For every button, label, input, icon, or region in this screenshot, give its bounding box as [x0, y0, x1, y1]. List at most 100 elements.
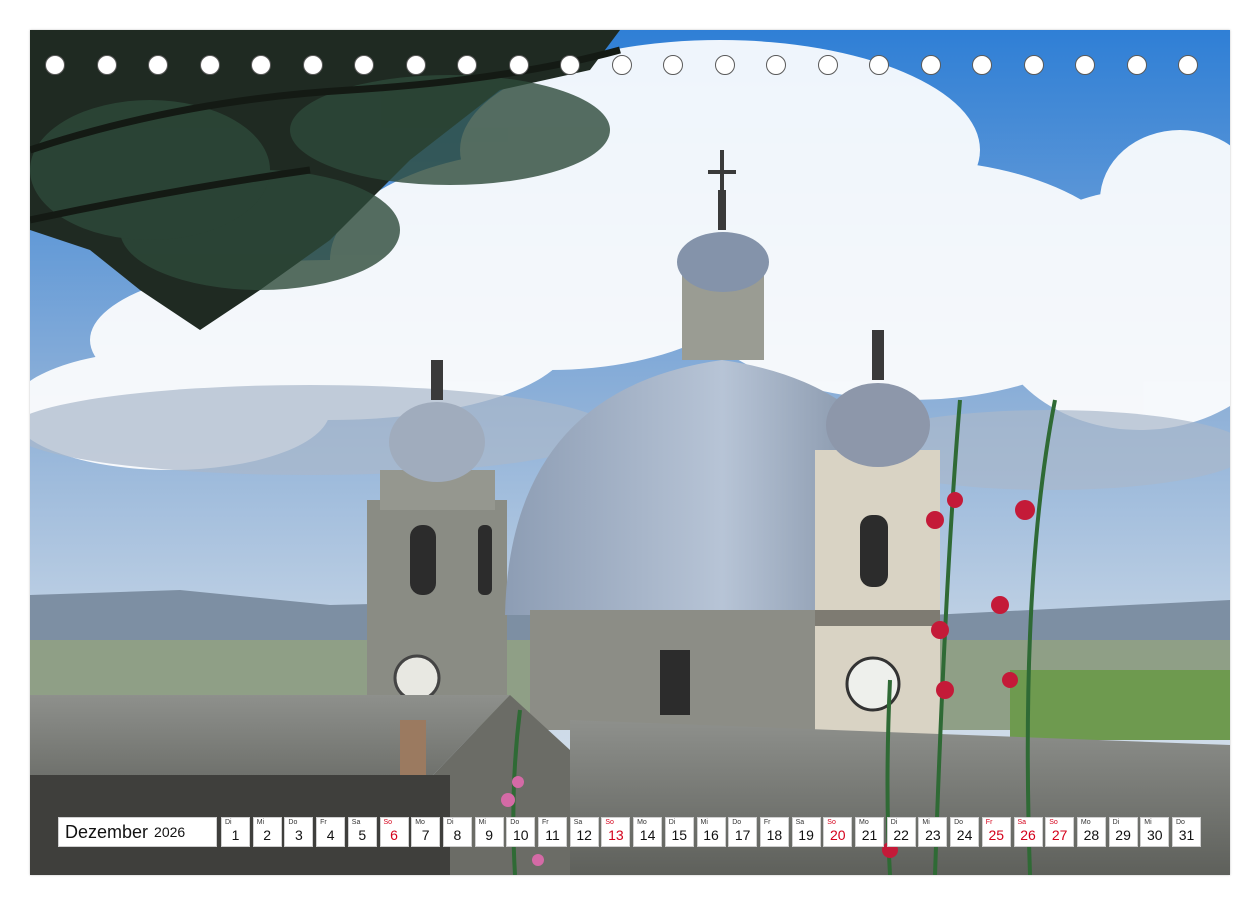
- month-name: Dezember: [65, 821, 149, 842]
- day-number: 26: [1020, 827, 1036, 843]
- day-cell: Mo 28: [1076, 817, 1106, 847]
- day-weekday: So: [605, 819, 614, 826]
- day-cell: Di 8: [442, 817, 472, 847]
- binding-hole: [869, 55, 889, 75]
- day-weekday: Do: [1176, 819, 1185, 826]
- binding-hole: [1126, 55, 1147, 75]
- day-cell: Fr 25: [981, 817, 1011, 847]
- day-cell: So 13: [601, 817, 631, 847]
- binding-hole: [199, 55, 220, 75]
- binding-hole: [302, 55, 323, 75]
- day-number: 3: [294, 827, 303, 843]
- day-weekday: Mi: [1144, 819, 1152, 826]
- day-weekday: Mi: [478, 819, 486, 826]
- day-weekday: Di: [668, 819, 676, 826]
- day-cell: Sa 26: [1013, 817, 1043, 847]
- day-cell: Mi 2: [252, 817, 282, 847]
- binding-hole: [766, 55, 786, 75]
- day-weekday: Sa: [351, 819, 361, 826]
- day-weekday: Sa: [795, 819, 805, 826]
- day-number: 24: [956, 827, 973, 843]
- day-weekday: So: [1049, 819, 1058, 826]
- day-number: 18: [766, 827, 783, 843]
- binding-hole: [663, 55, 683, 75]
- day-number: 28: [1083, 827, 1100, 843]
- day-cell: Mi 16: [696, 817, 726, 847]
- day-number: 14: [639, 827, 656, 843]
- day-cell: Do 10: [506, 817, 536, 847]
- day-cell: So 27: [1045, 817, 1075, 847]
- day-cell: Mi 9: [474, 817, 504, 847]
- day-number: 8: [453, 827, 462, 843]
- day-number: 13: [608, 827, 624, 843]
- day-number: 9: [485, 827, 493, 843]
- day-cell: Di 22: [886, 817, 916, 847]
- day-weekday: Do: [732, 819, 742, 826]
- day-weekday: Mo: [637, 819, 647, 826]
- day-weekday: Mo: [415, 819, 425, 826]
- day-cell: Di 1: [221, 817, 250, 847]
- day-cell: Do 24: [950, 817, 980, 847]
- day-cell: Fr 11: [538, 817, 567, 847]
- day-weekday: Mi: [256, 819, 265, 826]
- day-number: 19: [798, 827, 814, 843]
- binding-hole: [1023, 55, 1044, 75]
- day-number: 2: [263, 827, 272, 843]
- day-number: 23: [925, 827, 941, 843]
- day-cell: Fr 18: [759, 817, 789, 847]
- day-cell: Di 29: [1108, 817, 1138, 847]
- day-cell: Mi 23: [918, 817, 948, 847]
- day-weekday: Do: [288, 819, 298, 826]
- day-weekday: Fr: [985, 819, 993, 826]
- day-number: 7: [421, 827, 430, 843]
- day-number: 15: [671, 827, 688, 843]
- day-number: 20: [830, 827, 846, 843]
- binding-hole: [354, 55, 374, 75]
- day-cell: Fr 4: [316, 817, 346, 847]
- day-weekday: Mo: [859, 819, 869, 826]
- binding-hole: [457, 55, 477, 75]
- binding-hole: [45, 55, 65, 75]
- day-number: 16: [703, 827, 719, 843]
- binding-hole: [560, 55, 580, 75]
- day-weekday: Di: [225, 819, 232, 826]
- day-number: 1: [231, 827, 240, 843]
- month-year: 2026: [154, 824, 186, 840]
- day-weekday: Sa: [573, 819, 583, 826]
- day-weekday: So: [383, 819, 393, 826]
- binding-hole: [148, 55, 168, 75]
- day-cell: So 6: [379, 817, 409, 847]
- day-cell: Mo 7: [411, 817, 441, 847]
- month-label-box: Dezember 2026: [58, 817, 217, 847]
- day-cell: Do 31: [1172, 817, 1201, 847]
- day-weekday: Sa: [1017, 819, 1027, 826]
- day-weekday: Do: [954, 819, 964, 826]
- day-cell: Do 17: [728, 817, 758, 847]
- day-cell: Do 3: [284, 817, 314, 847]
- day-cell: Mo 14: [633, 817, 663, 847]
- day-number: 4: [326, 827, 335, 843]
- binding-hole: [251, 55, 271, 75]
- day-cell: Mo 21: [855, 817, 884, 847]
- cathedral-illustration: [30, 30, 1230, 875]
- day-cell: Sa 5: [347, 817, 377, 847]
- day-number: 30: [1147, 827, 1163, 843]
- binding-hole: [1075, 55, 1095, 75]
- binding-hole: [96, 55, 117, 75]
- day-number: 31: [1178, 827, 1195, 843]
- binding-hole: [972, 55, 992, 75]
- day-weekday: Mo: [1080, 819, 1091, 826]
- month-calendar-strip: Dezember 2026 Di 1 Mi 2 Do 3 Fr 4 Sa 5 So 6 Mo 7 Di 8 Mi…: [58, 817, 1203, 847]
- day-cell: Sa 12: [569, 817, 599, 847]
- day-number: 5: [358, 827, 367, 843]
- day-cell: Mi 30: [1140, 817, 1170, 847]
- day-cell: So 20: [823, 817, 853, 847]
- binding-hole: [508, 55, 529, 75]
- binding-hole: [714, 55, 735, 75]
- day-number: 17: [734, 827, 751, 843]
- binding-hole: [405, 55, 426, 75]
- binding-hole: [817, 55, 838, 75]
- day-cell: Di 15: [664, 817, 694, 847]
- day-weekday: Mi: [700, 819, 708, 826]
- day-number: 21: [861, 827, 878, 843]
